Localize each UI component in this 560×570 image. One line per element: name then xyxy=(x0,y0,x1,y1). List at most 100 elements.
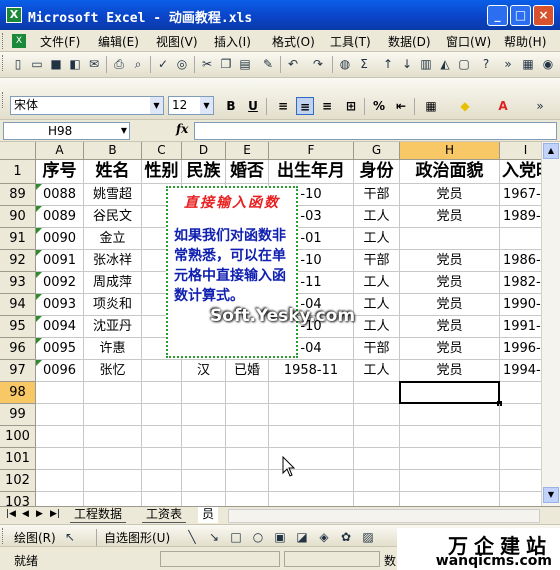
table-cell[interactable]: 许惠 xyxy=(84,338,142,360)
column-header-b[interactable]: B xyxy=(84,142,142,160)
table-cell[interactable]: 0090 xyxy=(36,228,84,250)
close-icon[interactable]: × xyxy=(533,5,554,26)
row-header[interactable]: 90 xyxy=(0,206,36,228)
decrease-decimal-icon[interactable]: ⇤ xyxy=(392,97,410,115)
new-icon[interactable]: ▯ xyxy=(10,56,26,72)
row-header[interactable]: 93 xyxy=(0,272,36,294)
row-header[interactable]: 102 xyxy=(0,470,36,492)
sheet-tab-staff[interactable]: 员 xyxy=(198,507,219,523)
table-cell[interactable] xyxy=(354,448,400,470)
menu-item-view[interactable]: 视图(V) xyxy=(156,33,198,50)
row-header[interactable]: 95 xyxy=(0,316,36,338)
sort-descending-icon[interactable]: ↓ xyxy=(399,56,415,72)
row-header[interactable]: 91 xyxy=(0,228,36,250)
toolbar-grip[interactable] xyxy=(2,92,5,108)
title-bar[interactable]: X Microsoft Excel - 动画教程.xls _ □ × xyxy=(0,0,560,30)
print-icon[interactable]: ⎙ xyxy=(111,56,127,72)
active-cell-selection[interactable] xyxy=(399,381,500,404)
toolbar-grip[interactable] xyxy=(2,33,5,49)
table-cell[interactable]: 周成萍 xyxy=(84,272,142,294)
save-icon[interactable]: ■ xyxy=(48,56,64,72)
horizontal-scrollbar[interactable] xyxy=(228,509,540,523)
table-cell[interactable]: 干部 xyxy=(354,184,400,206)
menu-item-data[interactable]: 数据(D) xyxy=(388,33,431,50)
header-cell[interactable]: 序号 xyxy=(36,160,84,184)
table-cell[interactable] xyxy=(182,404,226,426)
fill-color-icon[interactable]: ◆ xyxy=(456,97,474,115)
table-cell[interactable]: 干部 xyxy=(354,250,400,272)
select-all-corner[interactable] xyxy=(0,142,36,160)
menu-item-file-label[interactable]: 文件(F) xyxy=(40,33,80,50)
toolbar-grip[interactable] xyxy=(2,528,5,544)
rectangle-icon[interactable]: □ xyxy=(228,529,244,545)
table-cell[interactable] xyxy=(36,470,84,492)
header-cell[interactable]: 性别 xyxy=(142,160,182,184)
permission-icon[interactable]: ◧ xyxy=(67,56,83,72)
table-cell[interactable]: 工人 xyxy=(354,294,400,316)
table-cell[interactable] xyxy=(226,470,269,492)
font-color-icon[interactable]: A xyxy=(494,97,512,115)
row-header[interactable]: 89 xyxy=(0,184,36,206)
table-cell[interactable]: 0092 xyxy=(36,272,84,294)
print-preview-icon[interactable]: ⌕ xyxy=(130,56,146,72)
table-cell[interactable] xyxy=(142,404,182,426)
help-icon[interactable]: ? xyxy=(478,56,494,72)
table-cell[interactable]: 1958-11 xyxy=(269,360,354,382)
table-cell[interactable] xyxy=(36,426,84,448)
row-header[interactable]: 98 xyxy=(0,382,36,404)
table-cell[interactable] xyxy=(84,382,142,404)
wordart-icon[interactable]: ◪ xyxy=(294,529,310,545)
row-header[interactable]: 97 xyxy=(0,360,36,382)
textbox-icon[interactable]: ▣ xyxy=(272,529,288,545)
underline-button[interactable]: U xyxy=(244,97,262,115)
header-cell[interactable]: 姓名 xyxy=(84,160,142,184)
row-header[interactable]: 99 xyxy=(0,404,36,426)
toolbar-grip[interactable] xyxy=(2,55,5,71)
table-cell[interactable]: 张忆 xyxy=(84,360,142,382)
table-cell[interactable]: 党员 xyxy=(400,272,500,294)
percent-button[interactable]: % xyxy=(370,97,388,115)
table-cell[interactable] xyxy=(400,404,500,426)
table-cell[interactable] xyxy=(142,448,182,470)
table-cell[interactable]: 党员 xyxy=(400,206,500,228)
table-cell[interactable] xyxy=(142,470,182,492)
table-cell[interactable]: 党员 xyxy=(400,316,500,338)
zoom-icon[interactable]: ▢ xyxy=(456,56,472,72)
table-cell[interactable] xyxy=(354,426,400,448)
table-cell[interactable]: 工人 xyxy=(354,228,400,250)
table-cell[interactable]: 0095 xyxy=(36,338,84,360)
table-cell[interactable] xyxy=(36,382,84,404)
menu-item-window[interactable]: 窗口(W) xyxy=(446,33,491,50)
table-cell[interactable] xyxy=(354,404,400,426)
sheet-tab-salary[interactable]: 工资表 xyxy=(142,507,187,523)
table-cell[interactable] xyxy=(84,404,142,426)
row-header[interactable]: 103 xyxy=(0,492,36,506)
arrow-icon[interactable]: ↘ xyxy=(206,529,222,545)
table-cell[interactable]: 0093 xyxy=(36,294,84,316)
row-header[interactable]: 94 xyxy=(0,294,36,316)
column-header-a[interactable]: A xyxy=(36,142,84,160)
align-right-icon[interactable]: ≡ xyxy=(318,97,336,115)
borders-icon[interactable]: ▦ xyxy=(422,97,440,115)
table-cell[interactable] xyxy=(269,382,354,404)
undo-icon[interactable]: ↶ xyxy=(285,56,301,72)
table-cell[interactable] xyxy=(400,228,500,250)
table-cell[interactable] xyxy=(354,382,400,404)
camera-icon[interactable]: ◉ xyxy=(540,56,556,72)
line-icon[interactable]: ╲ xyxy=(184,529,200,545)
table-cell[interactable] xyxy=(84,448,142,470)
email-icon[interactable]: ✉ xyxy=(86,56,102,72)
oval-icon[interactable]: ○ xyxy=(250,529,266,545)
autoshapes-button[interactable]: 自选图形(U) xyxy=(104,529,170,546)
table-cell[interactable]: 沈亚丹 xyxy=(84,316,142,338)
table-cell[interactable] xyxy=(182,426,226,448)
autosum-icon[interactable]: Σ xyxy=(356,56,372,72)
sheet-tab-engineering[interactable]: 工程数据 xyxy=(70,507,127,523)
hyperlink-icon[interactable]: ◍ xyxy=(337,56,353,72)
excel-app-icon[interactable]: X xyxy=(6,7,22,23)
column-header-d[interactable]: D xyxy=(182,142,226,160)
open-icon[interactable]: ▭ xyxy=(29,56,45,72)
format-painter-icon[interactable]: ✎ xyxy=(260,56,276,72)
table-cell[interactable]: 金立 xyxy=(84,228,142,250)
table-cell[interactable]: 0091 xyxy=(36,250,84,272)
